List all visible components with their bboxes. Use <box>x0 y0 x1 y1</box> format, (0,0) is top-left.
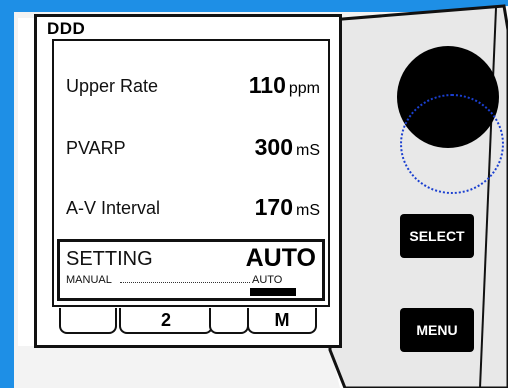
setting-label: SETTING <box>66 248 153 270</box>
parameter-unit: mS <box>296 142 320 159</box>
select-button[interactable]: SELECT <box>400 214 474 258</box>
parameter-number: 300 <box>254 134 293 160</box>
parameter-unit: ppm <box>288 80 320 97</box>
manual-option-label: MANUAL <box>66 274 112 286</box>
parameter-row-upper-rate[interactable]: Upper Rate 110 ppm <box>66 69 320 101</box>
lcd-screen: DDD Upper Rate 110 ppm PVARP 300 mS A-V In… <box>34 14 342 348</box>
pacing-mode: DDD <box>47 19 86 38</box>
tab-menu-m[interactable]: M <box>247 308 317 334</box>
setting-state: AUTO <box>245 244 316 272</box>
tab-blank-2[interactable] <box>209 308 249 334</box>
parameter-value: 110 ppm <box>249 72 320 99</box>
parameter-value: 300 mS <box>255 134 320 161</box>
parameter-row-pvarp[interactable]: PVARP 300 mS <box>66 131 320 163</box>
parameter-unit: mS <box>296 202 320 219</box>
parameter-label: A-V Interval <box>66 198 161 218</box>
tab-blank-1[interactable] <box>59 308 117 334</box>
option-scale-dots <box>120 282 250 283</box>
parameter-value: 170 mS <box>255 194 320 221</box>
parameter-label: PVARP <box>66 138 126 158</box>
menu-button[interactable]: MENU <box>400 308 474 352</box>
parameter-number: 110 <box>248 72 286 98</box>
parameter-display: Upper Rate 110 ppm PVARP 300 mS A-V Interv… <box>52 39 330 307</box>
parameter-label: Upper Rate <box>66 76 159 96</box>
parameter-row-av-interval[interactable]: A-V Interval 170 mS <box>66 191 320 223</box>
selection-cursor <box>250 288 296 296</box>
setting-selector[interactable]: SETTING AUTO MANUAL AUTO <box>57 239 325 301</box>
parameter-number: 170 <box>254 194 293 220</box>
tab-page-2[interactable]: 2 <box>119 308 213 334</box>
screen-tabs: 2 M <box>59 308 319 338</box>
app-frame: DDD Upper Rate 110 ppm PVARP 300 mS A-V In… <box>0 0 508 388</box>
knob-rotation-indicator <box>400 94 504 194</box>
auto-option-label: AUTO <box>252 274 283 286</box>
